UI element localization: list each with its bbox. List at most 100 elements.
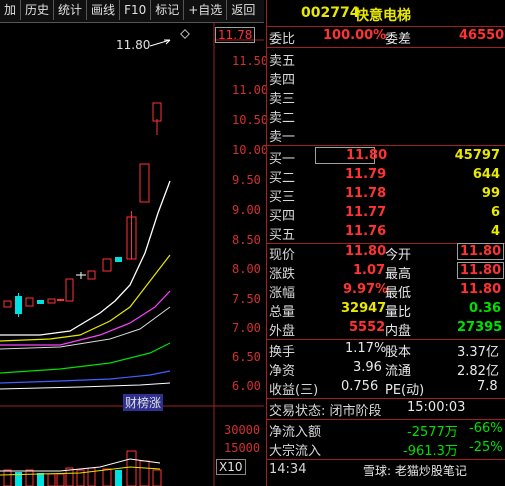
pct-change-value: 9.97% [343,282,389,297]
ask-label: 卖三 [269,92,296,107]
kline-chart[interactable]: 11.80 财榜涨 11.78 11.50 11.00 10.50 10.00 … [0,23,268,486]
price-tick: 6.00 [232,379,261,393]
bid-volume: 4 [490,224,500,239]
high-label: 最高 [385,267,412,282]
ma60-line [0,342,171,374]
net-assets-value: 3.96 [353,360,382,375]
price-tick: 8.50 [232,233,261,247]
price-tick: 10.50 [232,113,269,127]
price-tick: 8.00 [232,262,261,276]
pct-change-label: 涨幅 [269,286,296,301]
toolbar-mark-button[interactable]: 标记 [151,0,185,20]
trade-status-time: 15:00:03 [407,400,466,415]
change-label: 涨跌 [269,267,296,282]
status-row: 交易状态: 闭市阶段 15:00:03 [267,400,505,419]
quote-row: 外盘 5552 内盘 27395 [267,320,505,339]
pe-label: PE(动) [385,383,425,398]
low-label: 最低 [385,286,412,301]
ma120-line [0,370,171,384]
block-inflow-pct: -25% [469,440,503,455]
float-shares-label: 流通 [385,364,412,379]
volume-bars [0,450,162,486]
change-value: 1.07 [353,263,386,278]
bid-volume: 45797 [454,148,500,163]
ma250-line [0,382,171,390]
bid-row: 买五 11.76 4 [267,224,505,243]
bid-volume: 99 [481,186,500,201]
ask-row: 卖一 [267,126,505,145]
fund-row: 净资 3.96 流通 2.82亿 [267,360,505,379]
ask-label: 卖四 [269,73,296,88]
bid-label: 买五 [269,228,296,243]
bid-label: 买三 [269,190,296,205]
price-tick: 10.00 [232,143,269,157]
toolbar-stats-button[interactable]: 统计 [54,0,88,20]
total-shares-label: 股本 [385,345,412,360]
price-tick: 11.00 [232,83,269,97]
bid-price: 11.78 [345,186,387,201]
net-inflow-value: -2577万 [407,425,458,440]
weibi-label: 委比 [269,32,296,47]
bid-label: 买二 [269,171,296,186]
bid-price: 11.80 [315,147,387,164]
corner-price-label: 11.80 [116,38,151,52]
ma5-line [0,180,171,336]
pe-value: 7.8 [477,379,498,394]
toolbar-f10-button[interactable]: F10 [120,0,152,20]
ask-row: 卖二 [267,107,505,126]
bid-price: 11.79 [345,167,387,182]
stock-name: 快意电梯 [355,8,411,24]
net-inflow-label: 净流入额 [269,425,322,440]
volume-ratio-value: 0.36 [469,301,502,316]
current-price-value: 11.80 [345,244,387,259]
ask-row: 卖四 [267,69,505,88]
bid-volume: 6 [490,205,500,220]
outer-volume-label: 外盘 [269,324,296,339]
tick-row: 14:34 雪球: 老猫炒股笔记 [267,462,505,481]
candles [3,102,162,317]
net-inflow-pct: -66% [469,421,503,436]
bid-price: 11.76 [345,224,387,239]
volume-ratio-label: 量比 [385,305,412,320]
flow-row: 大宗流入 -961.3万 -25% [267,440,505,459]
inner-volume-value: 27395 [457,320,503,335]
chart-toolbar: 加 历史 统计 画线 F10 标记 +自选 返回 [0,0,264,23]
stock-terminal-window: 加 历史 统计 画线 F10 标记 +自选 返回 11.80 财榜涨 11.78… [0,0,505,486]
net-assets-label: 净资 [269,364,296,379]
block-inflow-value: -961.3万 [403,444,458,459]
block-inflow-label: 大宗流入 [269,444,322,459]
high-value: 11.80 [457,262,505,279]
quote-panel: 002774 快意电梯 委比 100.00% 委差 46550 卖五 卖四 卖三… [266,0,505,486]
weicha-label: 委差 [385,32,412,47]
toolbar-history-button[interactable]: 历史 [21,0,55,20]
ask-label: 卖五 [269,54,296,69]
bid-row: 买一 11.80 45797 [267,147,505,167]
total-shares-value: 3.37亿 [457,345,499,360]
annotation-label: 财榜涨 [123,394,164,411]
toolbar-add-button[interactable]: 加 [0,0,22,20]
ask-row: 卖五 [267,50,505,69]
outer-volume-value: 5552 [349,320,386,335]
weibi-row: 委比 100.00% 委差 46550 [267,28,505,47]
quote-row: 涨跌 1.07 最高 11.80 [267,262,505,282]
toolbar-drawline-button[interactable]: 画线 [87,0,121,20]
inner-volume-label: 内盘 [385,324,412,339]
turnover-label: 换手 [269,345,296,360]
bid-label: 买一 [269,152,296,167]
open-value: 11.80 [457,243,505,260]
current-price-label: 现价 [269,248,296,263]
price-tick: 7.50 [232,292,261,306]
volume-label: 总量 [269,305,296,320]
bid-volume: 644 [472,167,500,182]
price-tick: 9.50 [232,173,261,187]
price-tick: 6.50 [232,350,261,364]
weibi-value: 100.00% [323,28,387,43]
toolbar-watchlist-button[interactable]: +自选 [184,0,228,20]
volume-value: 32947 [341,301,387,316]
low-value: 11.80 [460,282,502,297]
flow-row: 净流入额 -2577万 -66% [267,421,505,440]
toolbar-back-button[interactable]: 返回 [227,0,259,20]
eps-value: 0.756 [341,379,379,394]
bid-row: 买四 11.77 6 [267,205,505,224]
bid-row: 买三 11.78 99 [267,186,505,205]
